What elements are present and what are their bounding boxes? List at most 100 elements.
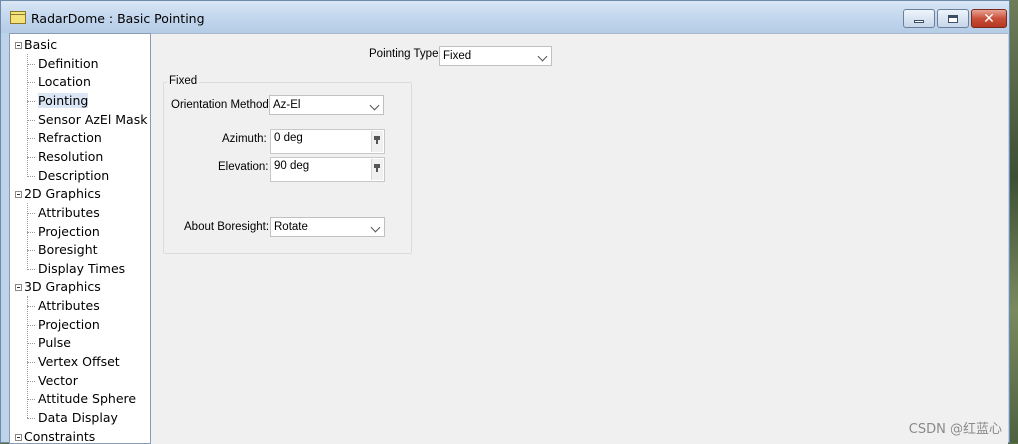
tree-connector: [27, 343, 35, 345]
tree-item-label: Definition: [38, 55, 99, 71]
elevation-field[interactable]: 90 deg: [270, 157, 385, 182]
close-button[interactable]: ✕: [971, 9, 1007, 28]
tree-connector: [27, 175, 35, 177]
minimize-icon: [914, 20, 924, 23]
chevron-down-icon: [537, 51, 548, 62]
tree-connector: [27, 138, 35, 140]
tree-group-label: 3D Graphics: [24, 279, 101, 295]
tree-item-label: Vertex Offset: [38, 354, 120, 370]
tree-connector: [27, 63, 35, 65]
tree-item-vector[interactable]: Vector: [38, 372, 78, 390]
azimuth-field[interactable]: 0 deg: [270, 129, 385, 154]
fixed-group-title: Fixed: [167, 75, 200, 87]
tree-connector: [27, 306, 35, 308]
tree-item-label: Resolution: [38, 148, 104, 164]
tree-group-3d-graphics[interactable]: 3D Graphics: [24, 278, 101, 296]
azimuth-value: 0 deg: [274, 132, 303, 144]
tree-item-resolution[interactable]: Resolution: [38, 148, 103, 166]
tree-item-label: Attributes: [38, 298, 100, 314]
window-app-icon: [10, 11, 26, 24]
tree-item-sensor-azel-mask[interactable]: Sensor AzEl Mask: [38, 111, 147, 129]
elevation-value: 90 deg: [274, 160, 310, 172]
tree-connector: [27, 418, 35, 419]
about-boresight-value: Rotate: [274, 221, 308, 233]
tree-item-label: Pointing: [38, 92, 89, 108]
tree-group-2d-graphics[interactable]: 2D Graphics: [24, 185, 101, 203]
tree-collapse-icon[interactable]: [15, 433, 22, 441]
tree-item-location[interactable]: Location: [38, 73, 91, 91]
maximize-button[interactable]: [937, 9, 969, 28]
tree-group-constraints[interactable]: Constraints: [24, 428, 96, 444]
tree-item-label: Boresight: [38, 242, 98, 258]
tree-item-label: Location: [38, 74, 91, 90]
tree-item-label: Data Display: [38, 410, 118, 425]
tree-connector: [27, 324, 35, 326]
maximize-icon: [948, 14, 958, 23]
tree-item-attributes[interactable]: Attributes: [38, 297, 100, 315]
tree-connector: [27, 362, 35, 364]
pointing-properties-panel: Pointing Type: Fixed Fixed Orientation M…: [151, 33, 1008, 444]
orientation-method-select[interactable]: Az-El: [269, 95, 384, 115]
tree-connector: [27, 82, 35, 84]
tree-connector: [27, 268, 35, 270]
tree-item-label: Projection: [38, 223, 100, 239]
tree-item-label: Display Times: [38, 260, 126, 276]
title-bar[interactable]: RadarDome : Basic Pointing ✕: [1, 1, 1009, 33]
tree-item-vertex-offset[interactable]: Vertex Offset: [38, 353, 120, 371]
tree-connector: [27, 100, 35, 102]
tree-group-basic[interactable]: Basic: [24, 36, 57, 54]
tree-item-display-times[interactable]: Display Times: [38, 260, 125, 278]
tree-item-refraction[interactable]: Refraction: [38, 129, 102, 147]
tree-item-label: Attributes: [38, 204, 100, 220]
tree-item-label: Attitude Sphere: [38, 391, 137, 407]
tree-item-pointing[interactable]: Pointing: [38, 92, 89, 110]
tree-item-data-display[interactable]: Data Display: [38, 409, 118, 427]
tree-item-pulse[interactable]: Pulse: [38, 334, 71, 352]
tree-group-label: Constraints: [24, 428, 96, 444]
tree-connector: [27, 250, 35, 252]
tree-item-label: Refraction: [38, 130, 102, 146]
window-title: RadarDome : Basic Pointing: [31, 11, 205, 26]
pointing-type-label: Pointing Type:: [369, 48, 442, 60]
tree-group-label: Basic: [24, 37, 58, 52]
tree-item-label: Projection: [38, 316, 100, 332]
tree-connector: [27, 399, 35, 401]
properties-window: RadarDome : Basic Pointing ✕ Basic Defini…: [0, 0, 1010, 444]
elevation-label: Elevation:: [218, 161, 269, 173]
tree-collapse-icon[interactable]: [15, 191, 22, 199]
tree-item-label: Sensor AzEl Mask: [38, 111, 148, 127]
tree-item-boresight[interactable]: Boresight: [38, 241, 98, 259]
tree-item-attributes[interactable]: Attributes: [38, 204, 100, 222]
tree-item-attitude-sphere[interactable]: Attitude Sphere: [38, 390, 136, 408]
pointing-type-value: Fixed: [443, 50, 472, 62]
tree-item-label: Pulse: [38, 335, 71, 351]
tree-collapse-icon[interactable]: [15, 284, 22, 292]
tree-item-projection[interactable]: Projection: [38, 223, 100, 241]
minimize-button[interactable]: [903, 9, 935, 28]
chevron-down-icon: [369, 100, 380, 111]
tree-collapse-icon[interactable]: [15, 42, 22, 49]
tree-item-label: Description: [38, 167, 110, 183]
tree-item-projection[interactable]: Projection: [38, 316, 100, 334]
close-icon: ✕: [983, 10, 995, 27]
tree-connector: [27, 156, 35, 158]
tree-connector: [27, 119, 35, 121]
azimuth-spin-icon[interactable]: [371, 131, 383, 152]
azimuth-label: Azimuth:: [222, 133, 267, 145]
navigation-tree: Basic Definition Location Pointing Sensor Az…: [9, 33, 151, 444]
watermark-text: CSDN @红蓝心: [908, 422, 1002, 437]
elevation-spin-icon[interactable]: [371, 159, 383, 180]
tree-connector: [27, 380, 35, 382]
about-boresight-select[interactable]: Rotate: [270, 217, 385, 237]
tree-item-definition[interactable]: Definition: [38, 55, 99, 73]
about-boresight-label: About Boresight:: [184, 221, 270, 233]
tree-connector: [27, 212, 35, 214]
tree-item-label: Vector: [38, 372, 78, 388]
chevron-down-icon: [370, 222, 381, 233]
tree-group-label: 2D Graphics: [24, 186, 101, 202]
tree-item-description[interactable]: Description: [38, 167, 109, 185]
tree-connector: [27, 231, 35, 233]
orientation-method-value: Az-El: [273, 99, 301, 111]
orientation-method-label: Orientation Method:: [171, 99, 273, 111]
pointing-type-select[interactable]: Fixed: [439, 46, 552, 66]
